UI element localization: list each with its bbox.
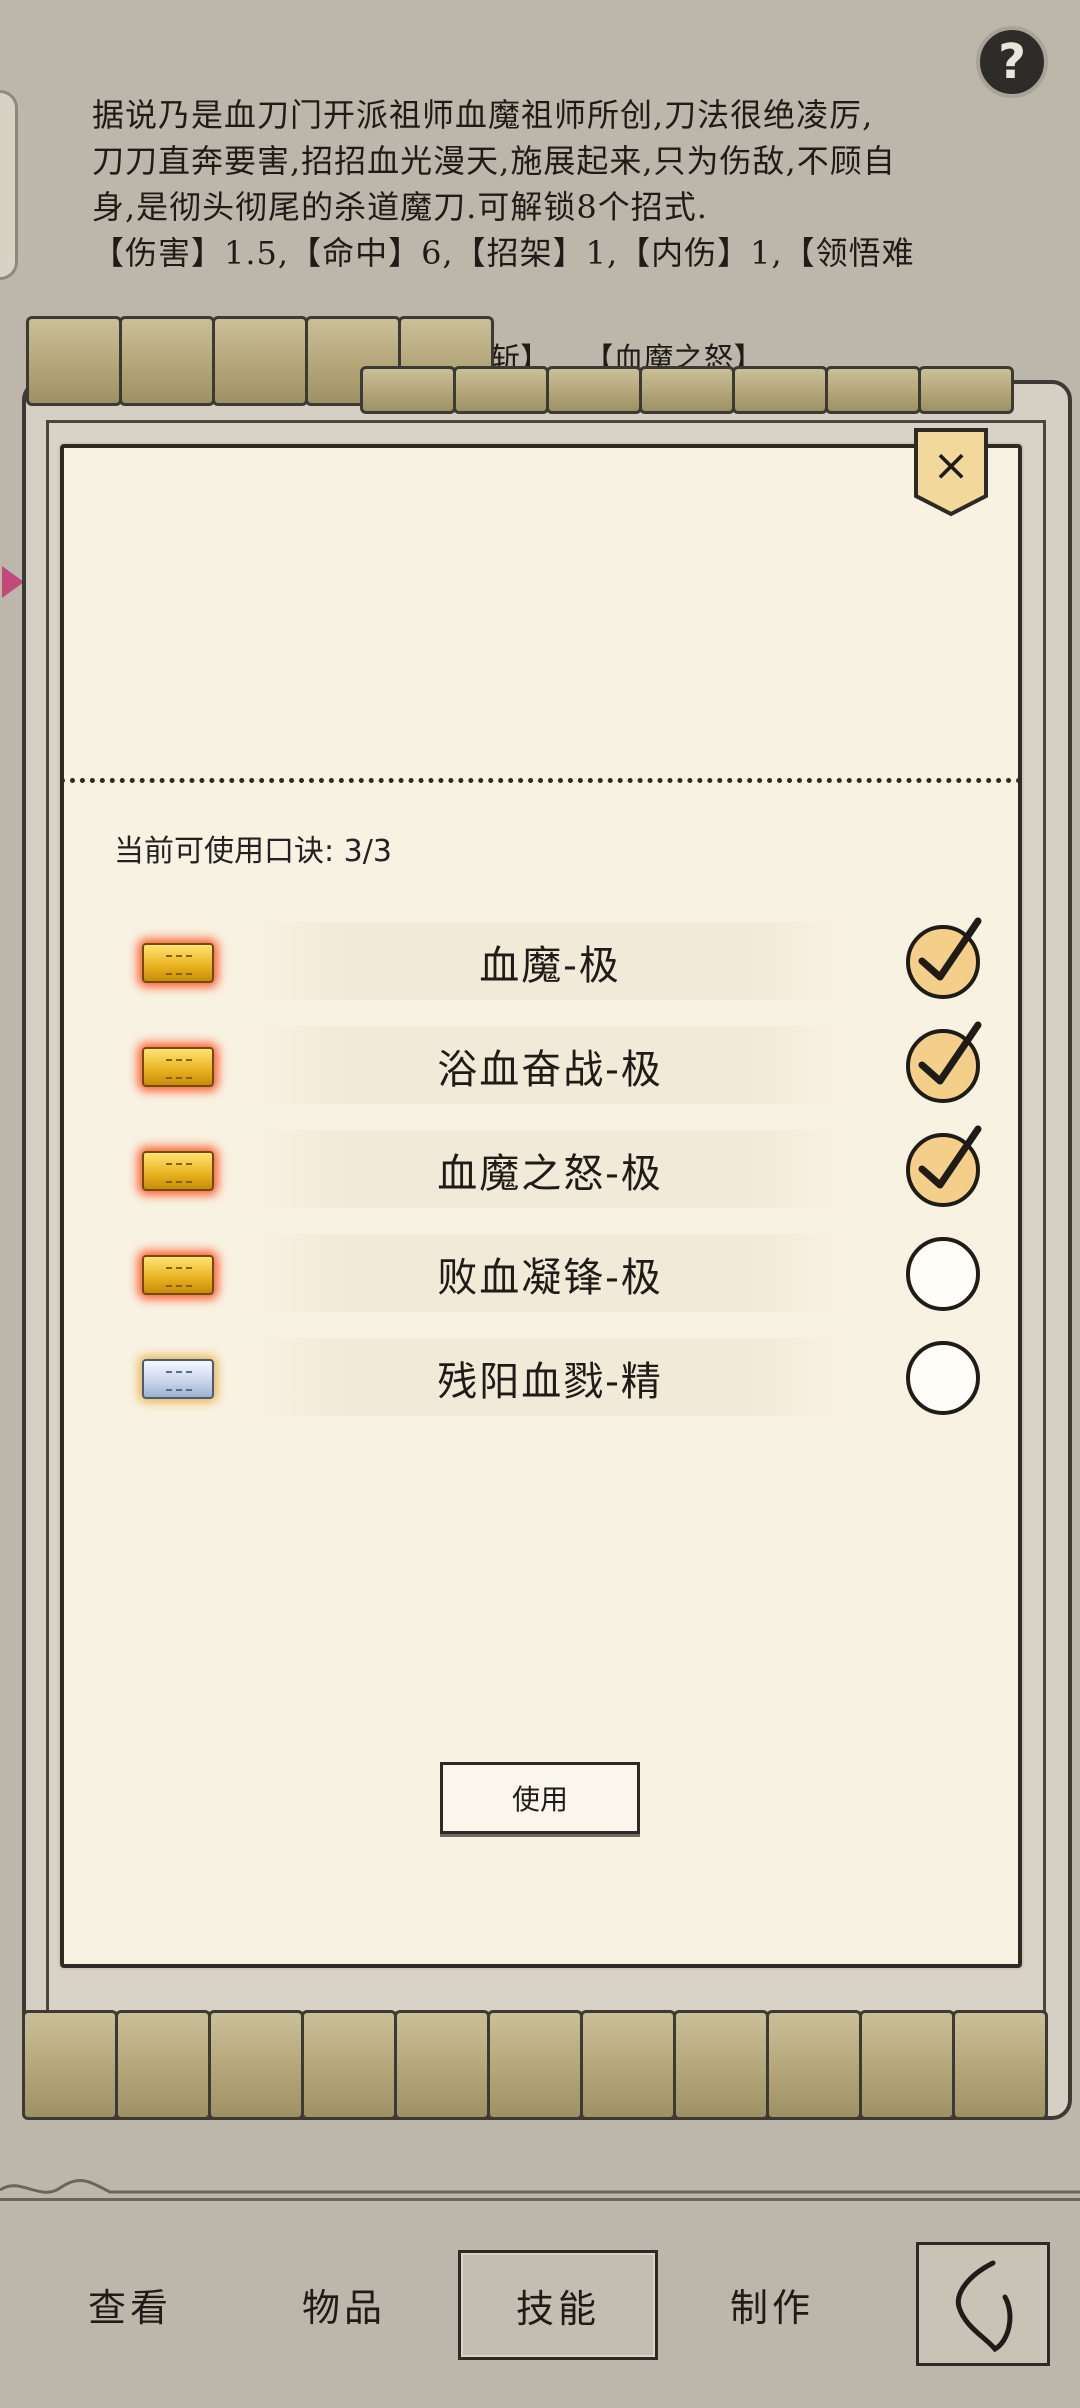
nav-tab-view[interactable]: 查看 (30, 2266, 230, 2342)
formula-name: 血魔-极 (479, 943, 621, 989)
side-arrow-icon[interactable] (2, 566, 24, 598)
skill-description: 据说乃是血刀门开派祖师血魔祖师所创,刀法很绝凌厉, 刀刀直奔要害,招招血光漫天,… (92, 92, 992, 276)
formula-row[interactable]: 血魔-极 (124, 910, 982, 1014)
back-button[interactable] (916, 2242, 1050, 2366)
help-button[interactable]: ? (976, 26, 1048, 98)
formula-name: 血魔之怒-极 (437, 1151, 663, 1197)
gold-scroll-icon (134, 935, 224, 989)
description-line: 身,是彻头彻尾的杀道魔刀.可解锁8个招式. (92, 188, 708, 226)
close-icon: × (914, 428, 988, 517)
nav-divider (0, 2198, 1080, 2201)
checkbox-checked[interactable] (906, 1125, 982, 1207)
checkbox-unchecked[interactable] (906, 1237, 980, 1311)
checkbox-checked[interactable] (906, 1021, 982, 1103)
formula-row[interactable]: 败血凝锋-极 (124, 1222, 980, 1326)
checkmark-icon (918, 917, 982, 981)
formula-list: 血魔-极 浴血奋战-极 血魔之怒-极 败血凝锋-极 残阳血戮-精 (124, 910, 982, 1430)
gold-scroll-icon (134, 1039, 224, 1093)
description-line: 据说乃是血刀门开派祖师血魔祖师所创,刀法很绝凌厉, (92, 96, 874, 134)
checkmark-icon (918, 1125, 982, 1189)
formula-name: 浴血奋战-极 (437, 1047, 663, 1093)
checkbox-checked[interactable] (906, 917, 982, 999)
divider (60, 778, 1022, 783)
formula-count-label: 当前可使用口诀: 3/3 (114, 834, 392, 869)
formula-name: 残阳血戮-精 (437, 1359, 663, 1405)
checkbox-unchecked[interactable] (906, 1341, 980, 1415)
question-icon: ? (998, 34, 1026, 90)
formula-name: 败血凝锋-极 (437, 1255, 663, 1301)
gold-scroll-icon (134, 1247, 224, 1301)
use-button[interactable]: 使用 (440, 1762, 640, 1834)
nav-tab-craft[interactable]: 制作 (672, 2266, 872, 2342)
formula-row[interactable]: 血魔之怒-极 (124, 1118, 982, 1222)
nav-tab-skills[interactable]: 技能 (458, 2250, 658, 2360)
formula-row[interactable]: 残阳血戮-精 (124, 1326, 980, 1430)
back-arrow-icon (955, 2260, 1013, 2353)
top-roller-right (360, 366, 1014, 414)
silver-scroll-icon (134, 1351, 224, 1405)
nav-tab-items[interactable]: 物品 (244, 2266, 444, 2342)
description-line: 【伤害】1.5,【命中】6,【招架】1,【内伤】1,【领悟难 (92, 234, 915, 272)
side-panel-edge (0, 90, 18, 280)
checkmark-icon (918, 1021, 982, 1085)
close-button[interactable]: × (912, 426, 990, 518)
bottom-roller (22, 2010, 1048, 2120)
svg-text:×: × (933, 440, 970, 491)
gold-scroll-icon (134, 1143, 224, 1197)
formula-row[interactable]: 浴血奋战-极 (124, 1014, 982, 1118)
description-line: 刀刀直奔要害,招招血光漫天,施展起来,只为伤敌,不顾自 (92, 142, 896, 180)
